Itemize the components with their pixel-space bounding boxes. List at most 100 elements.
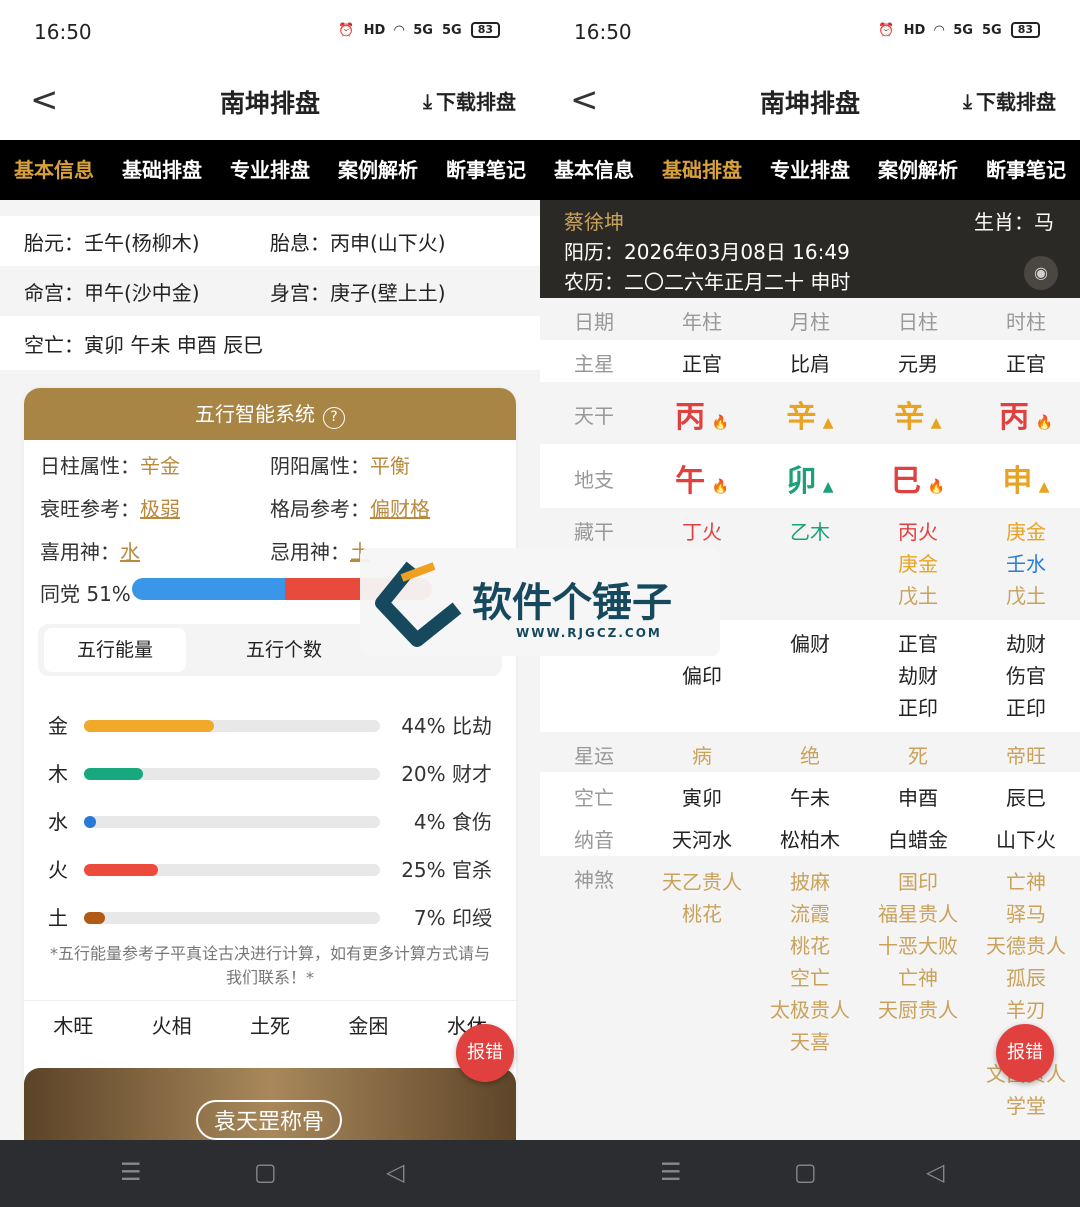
download-label: 下载排盘 xyxy=(976,90,1056,114)
alarm-icon: ⏰ xyxy=(338,22,355,38)
element-icon: 🔥 xyxy=(1035,415,1053,431)
canggan-cell: 乙木 xyxy=(790,520,830,544)
shensha-cell: 天乙贵人 xyxy=(662,870,742,894)
seg-energy[interactable]: 五行能量 xyxy=(44,628,186,672)
tab-pro-chart[interactable]: 专业排盘 xyxy=(756,140,864,200)
shensha-cell: 羊刃 xyxy=(1006,998,1046,1022)
canggan-cell: 戊土 xyxy=(898,584,938,608)
nav-bar: ☰ ▢ ◁ xyxy=(540,1140,1080,1207)
attr-label: 衰旺参考： xyxy=(40,497,140,521)
eye-icon[interactable]: ◉ xyxy=(1024,256,1058,290)
5g-signal-icon: 5G xyxy=(981,22,1002,38)
tab-bar: 基本信息 基础排盘 专业排盘 案例解析 断事笔记 xyxy=(0,140,540,200)
download-button[interactable]: ⤓ 下载排盘 xyxy=(423,86,516,115)
fuxing-cell: 伤官 xyxy=(1006,664,1046,688)
shensha-cell: 驿马 xyxy=(1006,902,1046,926)
nav-bar: ☰ ▢ ◁ xyxy=(0,1140,540,1207)
header: < 南坤排盘 ⤓ 下载排盘 xyxy=(540,64,1080,140)
watermark-logo xyxy=(375,561,462,647)
row-label: 星运 xyxy=(574,744,614,768)
element-name: 木 xyxy=(48,762,68,786)
shensha-cell: 桃花 xyxy=(682,902,722,926)
nayin-cell: 山下火 xyxy=(996,828,1056,852)
tab-cases[interactable]: 案例解析 xyxy=(864,140,972,200)
help-icon[interactable]: ? xyxy=(323,407,345,429)
canggan-cell: 壬水 xyxy=(1006,552,1046,576)
column-header: 日柱 xyxy=(898,310,938,334)
seg-count[interactable]: 五行个数 xyxy=(214,624,354,676)
shensha-cell: 孤辰 xyxy=(1006,966,1046,990)
zhuxing-cell: 正官 xyxy=(1006,352,1046,376)
column-header: 日期 xyxy=(574,310,614,334)
nayin-cell: 天河水 xyxy=(672,828,732,852)
header: < 南坤排盘 ⤓ 下载排盘 xyxy=(0,64,540,140)
kongwang-cell: 寅卯 xyxy=(682,786,722,810)
state-item: 土死 xyxy=(250,1014,291,1038)
element-bar xyxy=(84,816,380,828)
state-item: 火相 xyxy=(151,1014,192,1038)
battery-icon: 83 xyxy=(470,22,500,38)
download-icon: ⤓ xyxy=(423,88,432,113)
xingyun-cell: 死 xyxy=(908,744,928,768)
tab-pro-chart[interactable]: 专业排盘 xyxy=(216,140,324,200)
canggan-cell: 庚金 xyxy=(1006,520,1046,544)
menu-icon[interactable]: ☰ xyxy=(660,1158,682,1186)
download-button[interactable]: ⤓ 下载排盘 xyxy=(963,86,1056,115)
nayin-cell: 松柏木 xyxy=(780,828,840,852)
element-percent: 20% 财才 xyxy=(401,762,492,786)
dizhi-cell: 巳 🔥 xyxy=(864,456,972,500)
dizhi-char: 申 xyxy=(1002,464,1033,499)
dizhi-char: 卯 xyxy=(786,464,817,499)
row-label: 藏干 xyxy=(574,520,614,544)
home-icon[interactable]: ▢ xyxy=(794,1158,817,1186)
tab-basic-info[interactable]: 基本信息 xyxy=(0,140,108,200)
tab-notes[interactable]: 断事笔记 xyxy=(972,140,1080,200)
state-item: 木旺 xyxy=(53,1014,94,1038)
tab-basic-info[interactable]: 基本信息 xyxy=(540,140,648,200)
fuxing-cell: 正印 xyxy=(1006,696,1046,720)
tab-basic-chart[interactable]: 基础排盘 xyxy=(108,140,216,200)
back-nav-icon[interactable]: ◁ xyxy=(926,1158,944,1186)
attr-jishen: 忌用神：土 xyxy=(270,536,370,565)
status-bar: 16:50 ⏰ HD ◠ 5G 5G 83 xyxy=(540,0,1080,64)
xingyun-cell: 帝旺 xyxy=(1006,744,1046,768)
tab-cases[interactable]: 案例解析 xyxy=(324,140,432,200)
shensha-cell: 学堂 xyxy=(1006,1094,1046,1118)
card-title: 五行智能系统? xyxy=(24,388,516,440)
element-icon: ▲ xyxy=(930,415,942,431)
hd-icon: HD xyxy=(903,22,926,38)
hd-icon: HD xyxy=(363,22,386,38)
tab-bar: 基本信息 基础排盘 专业排盘 案例解析 断事笔记 xyxy=(540,140,1080,200)
wifi-icon: ◠ xyxy=(394,22,405,38)
status-icons: ⏰ HD ◠ 5G 5G 83 xyxy=(878,22,1040,38)
wifi-icon: ◠ xyxy=(934,22,945,38)
shensha-cell: 天德贵人 xyxy=(986,934,1066,958)
row-label: 主星 xyxy=(574,352,614,376)
element-icon: ▲ xyxy=(1038,479,1050,495)
watermark: 软件个锤子 WWW.RJGCZ.COM xyxy=(360,548,720,656)
home-icon[interactable]: ▢ xyxy=(254,1158,277,1186)
attr-rizhu: 日柱属性：辛金 xyxy=(40,450,180,479)
tab-notes[interactable]: 断事笔记 xyxy=(432,140,540,200)
element-fill xyxy=(84,816,96,828)
info-row: 胎元：壬午(杨柳木) 胎息：丙申(山下火) xyxy=(0,216,540,266)
info-row: 空亡：寅卯 午未 申酉 辰巳 xyxy=(0,318,540,368)
element-percent: 7% 印绶 xyxy=(413,906,492,930)
fuxing-cell: 劫财 xyxy=(1006,632,1046,656)
tab-basic-chart[interactable]: 基础排盘 xyxy=(648,140,756,200)
back-nav-icon[interactable]: ◁ xyxy=(386,1158,404,1186)
tongdang-fill xyxy=(132,578,285,600)
column-header: 时柱 xyxy=(1006,310,1046,334)
shensha-cell: 十恶大败 xyxy=(878,934,958,958)
kongwang-cell: 申酉 xyxy=(898,786,938,810)
element-icon: 🔥 xyxy=(711,415,729,431)
kongwang-cell: 辰巳 xyxy=(1006,786,1046,810)
attr-link[interactable]: 偏财格 xyxy=(370,497,430,521)
canggan-cell: 庚金 xyxy=(898,552,938,576)
report-button[interactable]: 报错 xyxy=(996,1024,1054,1082)
report-button[interactable]: 报错 xyxy=(456,1024,514,1082)
row-label: 神煞 xyxy=(574,868,614,892)
attr-link[interactable]: 水 xyxy=(120,540,140,564)
menu-icon[interactable]: ☰ xyxy=(120,1158,142,1186)
attr-link[interactable]: 极弱 xyxy=(140,497,180,521)
